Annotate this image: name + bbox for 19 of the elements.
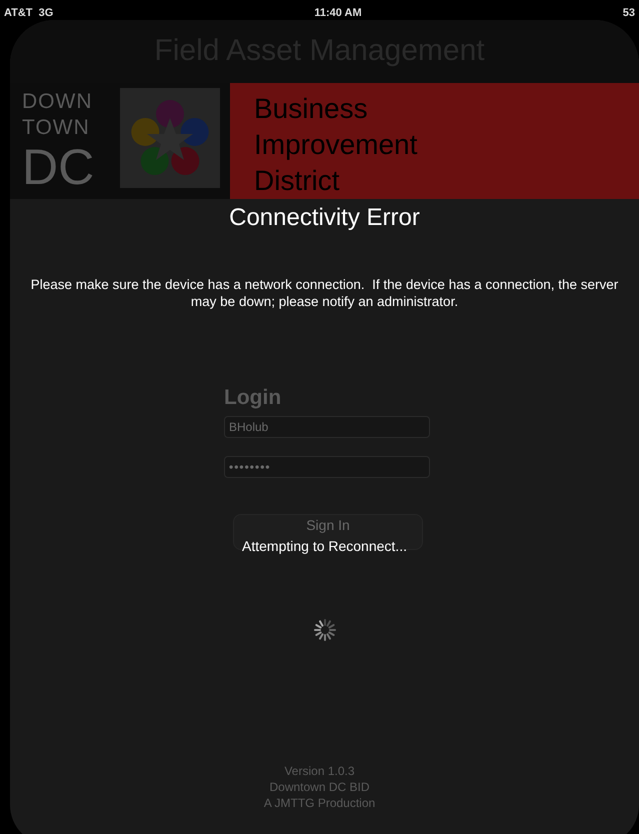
district-text: Business xyxy=(254,92,369,126)
pinwheel-logo-icon xyxy=(120,88,220,188)
logo-text: DC xyxy=(22,141,96,193)
footer-text: A JMTTG Production xyxy=(264,795,376,811)
logo-text: DOWN xyxy=(22,89,94,115)
username-field[interactable]: BHolub xyxy=(224,416,430,438)
logo-text: TOWN xyxy=(22,115,91,141)
district-text: District xyxy=(254,164,341,198)
password-field[interactable]: •••••••• xyxy=(224,456,430,478)
carrier-label: AT&T 3G xyxy=(4,6,54,18)
spinner-icon xyxy=(312,618,336,642)
footer-text: Downtown DC BID xyxy=(269,779,370,795)
alert-message: Please make sure the device has a network connection. If the device has a connection, the server may be down; please notify an administrator. xyxy=(30,276,620,310)
alert-title: Connectivity Error xyxy=(229,204,420,232)
status-time: 11:40 AM xyxy=(314,6,362,18)
login-heading: Login xyxy=(224,386,282,410)
district-text: Improvement xyxy=(254,128,418,162)
battery-percent: 53 xyxy=(622,6,635,18)
footer-text: Version 1.0.3 xyxy=(284,763,355,779)
